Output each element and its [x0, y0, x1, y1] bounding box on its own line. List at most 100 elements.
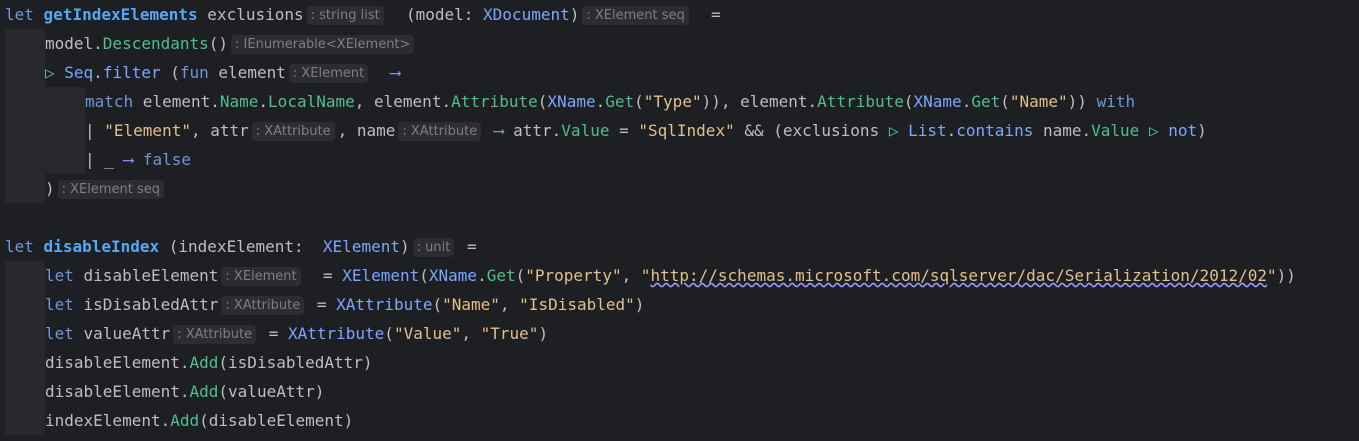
code-token: "IsDisabled" [519, 295, 635, 314]
code-token: match [85, 92, 134, 111]
code-token: Value [1091, 121, 1140, 140]
type-hint: : XElement [288, 64, 369, 83]
code-token: , [499, 295, 520, 314]
url-token[interactable]: http://schemas.microsoft.com/sqlserver/d… [650, 266, 1267, 285]
code-token: XElement [342, 266, 420, 285]
code-token: Name [219, 92, 259, 111]
code-line-14[interactable]: disableElement.Add(valueAttr) [45, 377, 324, 406]
code-token: , element. [354, 92, 452, 111]
indent-guide [5, 29, 45, 203]
code-token: "Element" [104, 121, 191, 140]
code-line-13[interactable]: disableElement.Add(isDisabledAttr) [45, 348, 373, 377]
code-token: "SqlIndex" [638, 121, 735, 140]
code-token: ⟶ [390, 63, 400, 82]
code-line-12[interactable]: let valueAttr: XAttribute = XAttribute("… [45, 319, 548, 348]
code-token: ⟶ [493, 121, 504, 140]
code-editor[interactable]: let getIndexElements exclusions: string … [0, 0, 1359, 441]
code-token: () [208, 34, 229, 53]
code-token: (isDisabledAttr) [218, 353, 373, 372]
code-token: "Type" [643, 92, 702, 111]
code-line-3[interactable]: ▷ Seq.filter (fun element: XElement ⟶ [45, 58, 400, 87]
code-line-1[interactable]: let getIndexElements exclusions: string … [5, 0, 721, 29]
code-token: XDocument [483, 5, 570, 24]
code-token: let [5, 237, 34, 256]
code-token: "Name" [442, 295, 500, 314]
code-token: XAttribute [336, 295, 433, 314]
code-line-4[interactable]: match element.Name.LocalName, element.At… [85, 87, 1135, 116]
code-token: element [208, 63, 286, 82]
code-token: ( [384, 324, 394, 343]
code-token: Descendants [102, 34, 209, 53]
code-token: ) [45, 179, 55, 198]
code-token: ( [903, 92, 914, 111]
code-token: ( [634, 92, 644, 111]
code-token: disableElement [73, 266, 219, 285]
code-token: . [477, 266, 487, 285]
code-token: attr. [503, 121, 562, 140]
code-token: element. [133, 92, 220, 111]
code-line-10[interactable]: let disableElement: XElement = XElement(… [45, 261, 1296, 290]
code-token: ▷ [888, 121, 909, 140]
type-hint: : string list [306, 6, 384, 25]
code-token: disableElement. [45, 353, 190, 372]
code-token: XName [913, 92, 962, 111]
code-token: ) [569, 5, 580, 24]
type-hint: : XAttribute [221, 296, 305, 315]
code-token: disableElement. [45, 382, 190, 401]
code-token: ( [419, 266, 429, 285]
code-token: not [1168, 121, 1198, 140]
code-token: name. [1033, 121, 1092, 140]
code-token: Seq [64, 63, 94, 82]
code-token: , [621, 266, 641, 285]
code-line-2[interactable]: model.Descendants(): IEnumerable<XElemen… [45, 29, 417, 58]
code-token: ) [399, 237, 410, 256]
code-token: ▷ [45, 63, 65, 82]
code-token: , attr [190, 121, 249, 140]
code-line-5[interactable]: | "Element", attr: XAttribute, name: XAt… [85, 116, 1207, 145]
code-line-7[interactable]: ): XElement seq [45, 174, 167, 203]
code-token: = [457, 237, 477, 256]
code-token: Add [189, 353, 219, 372]
code-token: ( [515, 266, 526, 285]
code-line-11[interactable]: let isDisabledAttr: XAttribute = XAttrib… [45, 290, 644, 319]
code-token: filter [102, 63, 161, 82]
type-hint: : XElement seq [582, 6, 689, 25]
code-token: . [595, 92, 606, 111]
code-token: Attribute [817, 92, 904, 111]
code-token: let [45, 266, 74, 285]
code-token: . [961, 92, 972, 111]
code-token: "Name" [1009, 92, 1068, 111]
code-token: . [258, 92, 269, 111]
indent-guide [5, 261, 45, 435]
code-token: isDisabledAttr [73, 295, 219, 314]
code-line-9[interactable]: let disableIndex (indexElement: XElement… [5, 232, 477, 261]
code-token: let [45, 324, 74, 343]
code-token: (model: [386, 5, 484, 24]
type-hint: : XElement seq [57, 180, 165, 199]
indent-guide [45, 87, 85, 174]
code-token: , name [337, 121, 396, 140]
code-token: List [908, 121, 947, 140]
code-token: XName [428, 266, 478, 285]
code-token: disableIndex [43, 237, 160, 256]
code-token: XAttribute [287, 324, 385, 343]
code-token: && (exclusions [734, 121, 889, 140]
code-line-6[interactable]: | _ ⟶ false [85, 145, 191, 174]
code-line-15[interactable]: indexElement.Add(disableElement) [45, 406, 353, 435]
code-token: ) [1197, 121, 1207, 140]
code-token: false [142, 150, 191, 169]
code-token: ⟶ [123, 150, 134, 169]
code-token: Add [189, 382, 219, 401]
code-token: = [307, 295, 337, 314]
code-token: Get [971, 92, 1001, 111]
code-token: ( [1000, 92, 1010, 111]
code-token: )) [1067, 92, 1097, 111]
code-token: exclusions [197, 5, 304, 24]
code-token: = [691, 5, 721, 24]
code-token: "True" [480, 324, 539, 343]
code-token: (indexElement: [159, 237, 323, 256]
